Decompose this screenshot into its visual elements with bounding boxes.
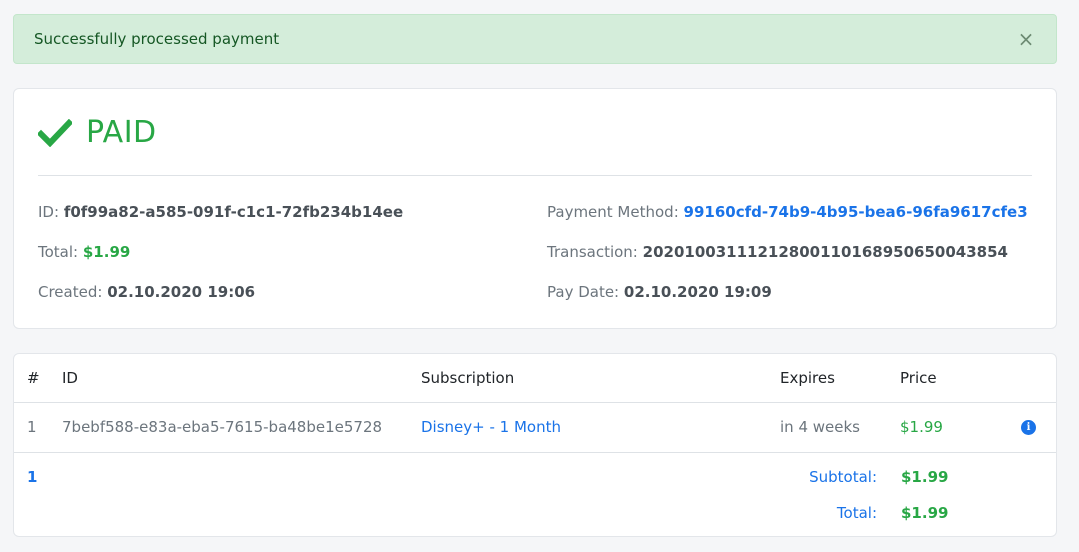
payment-status-header: PAID — [38, 115, 157, 150]
success-alert: Successfully processed payment × — [13, 14, 1057, 64]
row-id: 7bebf588-e83a-eba5-7615-ba48be1e5728 — [62, 418, 383, 436]
row-num: 1 — [27, 418, 37, 436]
item-count: 1 — [27, 468, 38, 486]
header-id: ID — [62, 369, 78, 387]
row-expires: in 4 weeks — [780, 418, 860, 436]
payment-total-value: $1.99 — [82, 243, 131, 261]
total-value: $1.99 — [901, 504, 949, 522]
payment-transaction-value: 20201003111212800110168950650043854 — [642, 243, 1008, 261]
divider — [38, 175, 1032, 176]
row-price: $1.99 — [900, 418, 943, 436]
checkmark-icon — [38, 118, 72, 147]
header-expires: Expires — [780, 369, 835, 387]
total-label: Total: — [836, 504, 877, 522]
payment-total: Total: $1.99 — [38, 243, 131, 261]
table-row: 1 7bebf588-e83a-eba5-7615-ba48be1e5728 D… — [14, 403, 1056, 453]
payment-summary-card: PAID ID: f0f99a82-a585-091f-c1c1-72fb234… — [13, 88, 1057, 329]
payment-created-value: 02.10.2020 19:06 — [107, 283, 256, 301]
table-header-row: # ID Subscription Expires Price — [14, 354, 1056, 403]
subtotal-value: $1.99 — [901, 468, 949, 486]
subscription-link[interactable]: Disney+ - 1 Month — [421, 418, 561, 436]
items-table-card: # ID Subscription Expires Price 1 7bebf5… — [13, 353, 1057, 537]
payment-id-value: f0f99a82-a585-091f-c1c1-72fb234b14ee — [63, 203, 404, 221]
payment-paydate: Pay Date: 02.10.2020 19:09 — [547, 283, 772, 301]
header-price: Price — [900, 369, 937, 387]
payment-method: Payment Method: 99160cfd-74b9-4b95-bea6-… — [547, 203, 1028, 221]
info-icon[interactable]: i — [1021, 420, 1036, 435]
payment-paydate-value: 02.10.2020 19:09 — [623, 283, 772, 301]
header-subscription: Subscription — [421, 369, 515, 387]
payment-created: Created: 02.10.2020 19:06 — [38, 283, 256, 301]
alert-message: Successfully processed payment — [34, 30, 280, 48]
payment-status: PAID — [86, 115, 157, 150]
payment-method-link[interactable]: 99160cfd-74b9-4b95-bea6-96fa9617cfe3 — [684, 203, 1028, 221]
payment-id: ID: f0f99a82-a585-091f-c1c1-72fb234b14ee — [38, 203, 404, 221]
payment-transaction: Transaction: 202010031112128001101689506… — [547, 243, 1008, 261]
close-icon[interactable]: × — [1016, 29, 1036, 49]
subtotal-label: Subtotal: — [809, 468, 877, 486]
header-num: # — [27, 369, 40, 387]
